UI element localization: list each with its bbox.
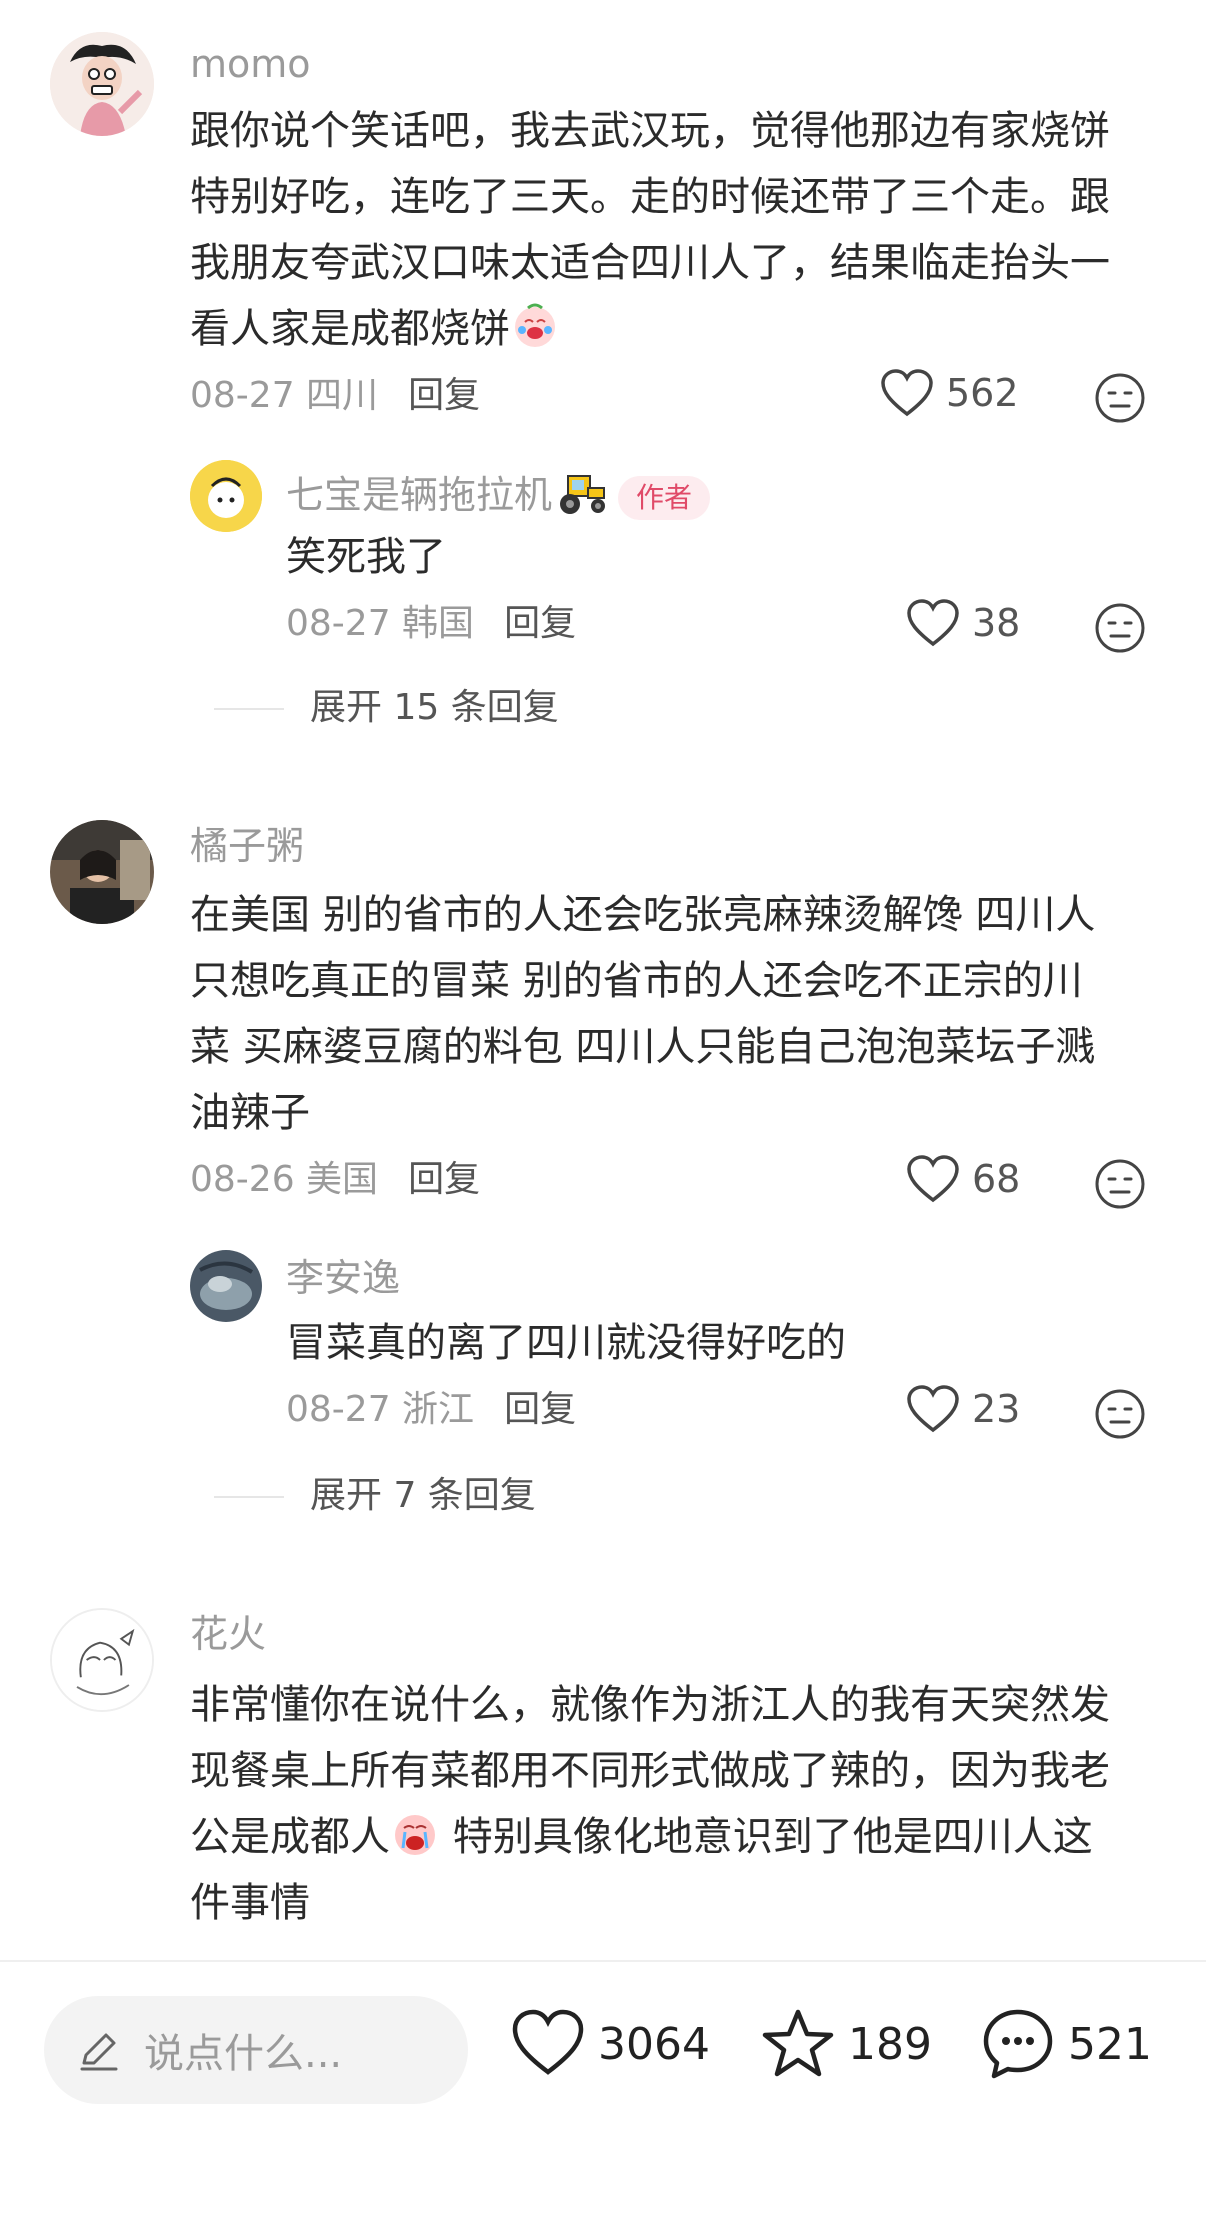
- comment-feed: momo 跟你说个笑话吧，我去武汉玩，觉得他那边有家烧饼 特别好吃，连吃了三天。…: [0, 0, 1206, 1960]
- heart-icon: [512, 2009, 584, 2075]
- reply-username[interactable]: 李安逸: [286, 1256, 400, 1300]
- reply-meta: 08-27 浙江 回复: [286, 1388, 576, 1432]
- date-location: 08-26 美国: [190, 1159, 379, 1200]
- expand-divider: [214, 1496, 284, 1498]
- like-count: 68: [972, 1157, 1021, 1201]
- comment-count: 521: [1068, 2018, 1152, 2070]
- dislike-face-icon[interactable]: [1094, 602, 1146, 654]
- pencil-icon: [80, 2033, 118, 2071]
- reply-button[interactable]: 回复: [408, 1159, 480, 1200]
- avatar[interactable]: [50, 32, 154, 136]
- comment-input[interactable]: 说点什么...: [44, 1996, 468, 2104]
- like-button[interactable]: 23: [906, 1384, 1020, 1434]
- comment-text: 非常懂你在说什么，就像作为浙江人的我有天突然发 现餐桌上所有菜都用不同形式做成了…: [190, 1672, 1150, 1936]
- expand-divider: [214, 708, 284, 710]
- comment-line: 菜 买麻婆豆腐的料包 四川人只能自己泡泡菜坛子溅: [190, 1024, 1096, 1070]
- comment-line: 油辣子: [190, 1090, 310, 1136]
- reply-button[interactable]: 回复: [504, 1389, 576, 1430]
- expand-replies-button[interactable]: 展开 15 条回复: [310, 686, 559, 730]
- reply-username[interactable]: 七宝是辆拖拉机 作者: [286, 466, 711, 520]
- comment-line: 我朋友夸武汉口味太适合四川人了，结果临走抬头一: [190, 240, 1110, 286]
- tractor-emoji: [552, 466, 608, 516]
- heart-icon: [907, 1385, 959, 1433]
- like-post-button[interactable]: 3064: [510, 2006, 710, 2082]
- comment-line: 特别好吃，连吃了三天。走的时候还带了三个走。跟: [190, 174, 1110, 220]
- comment-line: 在美国 别的省市的人还会吃张亮麻辣烫解馋 四川人: [190, 892, 1096, 938]
- input-placeholder: 说点什么...: [144, 2031, 343, 2077]
- reply-text: 冒菜真的离了四川就没得好吃的: [286, 1320, 846, 1366]
- like-count: 23: [972, 1387, 1021, 1431]
- date-location: 08-27 四川: [190, 375, 379, 416]
- heart-icon: [907, 599, 959, 647]
- comment-line: 非常懂你在说什么，就像作为浙江人的我有天突然发: [190, 1682, 1110, 1728]
- comment-line: 看人家是成都烧饼: [190, 296, 1150, 362]
- reply-username-text: 七宝是辆拖拉机: [286, 473, 553, 517]
- username[interactable]: momo: [190, 42, 311, 86]
- date-location: 08-27 韩国: [286, 603, 475, 644]
- comment-line: 只想吃真正的冒菜 别的省市的人还会吃不正宗的川: [190, 958, 1083, 1004]
- like-button[interactable]: 68: [906, 1154, 1020, 1204]
- comment-meta: 08-27 四川 回复: [190, 374, 480, 418]
- comment-line: 件事情: [190, 1880, 310, 1926]
- comment-line: 公是成都人 特别具像化地意识到了他是四川人这: [190, 1804, 1150, 1870]
- avatar[interactable]: [50, 1608, 154, 1712]
- reply-button[interactable]: 回复: [504, 603, 576, 644]
- comment-text: 在美国 别的省市的人还会吃张亮麻辣烫解馋 四川人 只想吃真正的冒菜 别的省市的人…: [190, 882, 1150, 1146]
- comments-button[interactable]: 521: [980, 2006, 1152, 2082]
- like-count: 3064: [598, 2018, 710, 2070]
- username[interactable]: 橘子粥: [190, 824, 304, 868]
- dislike-face-icon[interactable]: [1094, 372, 1146, 424]
- reply-meta: 08-27 韩国 回复: [286, 602, 576, 646]
- avatar[interactable]: [190, 1250, 262, 1322]
- heart-icon: [907, 1155, 959, 1203]
- username[interactable]: 花火: [190, 1612, 266, 1656]
- like-count: 562: [946, 371, 1019, 415]
- comment-text: 跟你说个笑话吧，我去武汉玩，觉得他那边有家烧饼 特别好吃，连吃了三天。走的时候还…: [190, 98, 1150, 362]
- dislike-face-icon[interactable]: [1094, 1158, 1146, 1210]
- date-location: 08-27 浙江: [286, 1389, 475, 1430]
- like-button[interactable]: 38: [906, 598, 1020, 648]
- crying-laughing-emoji: [510, 300, 560, 350]
- favorite-button[interactable]: 189: [760, 2006, 932, 2082]
- reply-text: 笑死我了: [286, 534, 446, 580]
- favorite-count: 189: [848, 2018, 932, 2070]
- like-button[interactable]: 562: [880, 368, 1019, 418]
- reply-button[interactable]: 回复: [408, 375, 480, 416]
- expand-replies-button[interactable]: 展开 7 条回复: [310, 1474, 536, 1518]
- crying-emoji: [390, 1808, 440, 1858]
- bottom-action-bar: 说点什么... 3064 189 521: [0, 1960, 1206, 2238]
- comment-line: 现餐桌上所有菜都用不同形式做成了辣的，因为我老: [190, 1748, 1110, 1794]
- avatar[interactable]: [190, 460, 262, 532]
- like-count: 38: [972, 601, 1021, 645]
- chat-bubble-icon: [983, 2009, 1053, 2079]
- star-icon: [762, 2009, 834, 2077]
- avatar[interactable]: [50, 820, 154, 924]
- comment-meta: 08-26 美国 回复: [190, 1158, 480, 1202]
- comment-line: 跟你说个笑话吧，我去武汉玩，觉得他那边有家烧饼: [190, 108, 1110, 154]
- dislike-face-icon[interactable]: [1094, 1388, 1146, 1440]
- author-badge: 作者: [618, 475, 711, 520]
- heart-icon: [881, 369, 933, 417]
